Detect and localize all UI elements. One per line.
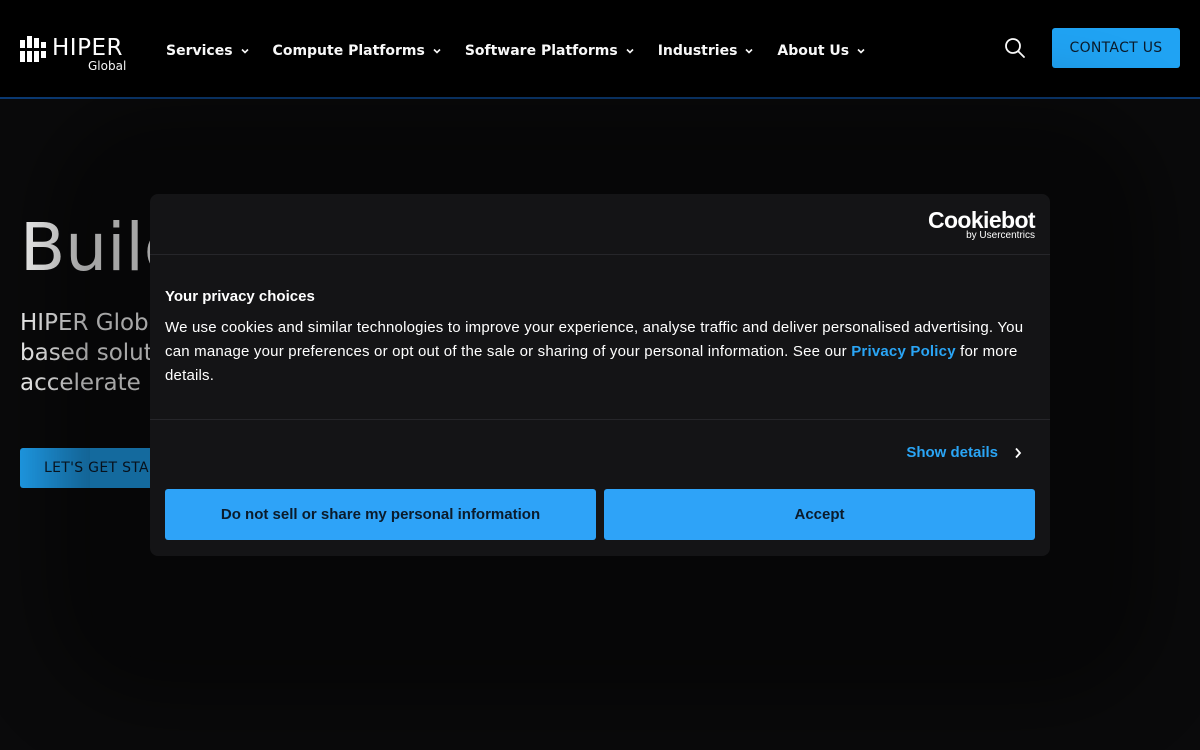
chevron-down-icon <box>745 48 753 54</box>
nav-item-label: Software Platforms <box>464 43 618 59</box>
nav-item-compute-platforms[interactable]: Compute Platforms <box>273 43 441 59</box>
dialog-header: Cookiebot by Usercentrics <box>150 194 1050 255</box>
cookiebot-brand-sub: by Usercentrics <box>966 230 1035 241</box>
chevron-right-icon <box>1015 447 1022 458</box>
dialog-heading: Your privacy choices <box>165 288 315 305</box>
divider <box>150 419 1050 420</box>
do-not-sell-button[interactable]: Do not sell or share my personal informa… <box>165 489 596 540</box>
contact-us-button[interactable]: CONTACT US <box>1052 28 1180 68</box>
nav-item-label: Services <box>166 43 233 59</box>
nav-item-software-platforms[interactable]: Software Platforms <box>465 43 634 59</box>
show-details-link[interactable]: Show details <box>906 444 1022 461</box>
nav-item-label: About Us <box>777 43 850 59</box>
hiper-logo-mark-icon <box>20 36 46 62</box>
nav-item-about-us[interactable]: About Us <box>777 43 865 59</box>
show-details-label: Show details <box>906 444 998 461</box>
chevron-down-icon <box>857 48 865 54</box>
nav-item-label: Compute Platforms <box>272 43 425 59</box>
chevron-down-icon <box>240 48 249 54</box>
nav-item-services[interactable]: Services <box>166 43 249 59</box>
nav-item-industries[interactable]: Industries <box>658 43 754 59</box>
cookie-consent-dialog: Cookiebot by Usercentrics Your privacy c… <box>150 194 1050 556</box>
dialog-body-text: We use cookies and similar technologies … <box>165 316 1040 388</box>
chevron-down-icon <box>626 48 634 54</box>
hiper-global-logo[interactable]: HIPER Global <box>20 35 132 74</box>
chevron-down-icon <box>433 48 441 54</box>
cookiebot-brand: Cookiebot <box>927 207 1036 233</box>
page: HIPER Global Services Compute Platforms … <box>0 0 1200 750</box>
privacy-policy-link[interactable]: Privacy Policy <box>851 343 956 360</box>
site-header: HIPER Global Services Compute Platforms … <box>0 0 1200 99</box>
accept-button[interactable]: Accept <box>604 489 1035 540</box>
main-nav: Services Compute Platforms Software Plat… <box>166 40 889 62</box>
logo-subtitle: Global <box>88 59 127 73</box>
cookiebot-logo: Cookiebot by Usercentrics <box>927 207 1036 241</box>
logo-name: HIPER <box>52 35 123 61</box>
search-icon[interactable] <box>1004 37 1026 59</box>
nav-item-label: Industries <box>657 43 738 59</box>
